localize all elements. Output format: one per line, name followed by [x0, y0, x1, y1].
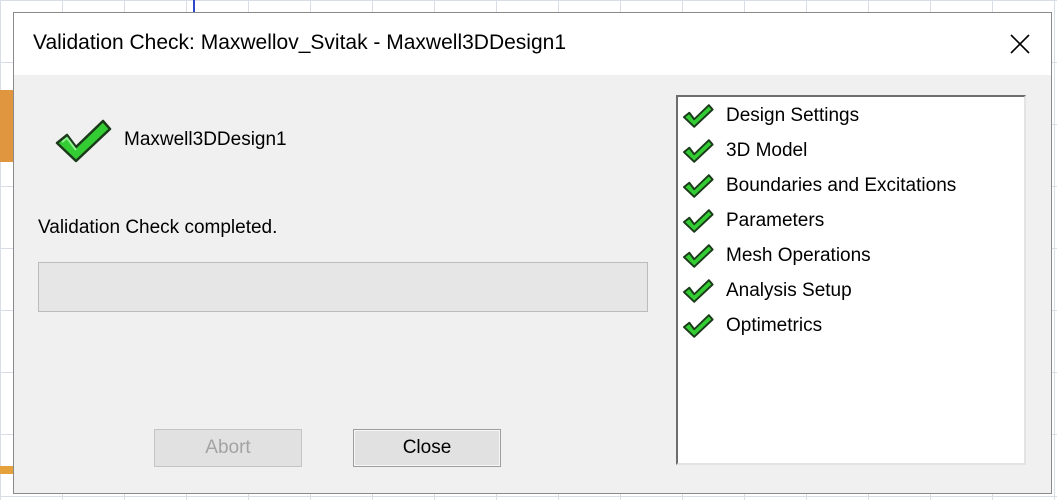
title-bar: Validation Check: Maxwellov_Svitak - Max…	[14, 13, 1051, 75]
status-message: Validation Check completed.	[38, 217, 278, 238]
abort-button[interactable]: Abort	[154, 429, 302, 467]
list-item: Parameters	[682, 206, 824, 236]
list-item: Boundaries and Excitations	[682, 171, 956, 201]
validation-checklist: Design Settings 3D Model Boundaries and …	[676, 95, 1026, 465]
green-check-icon	[682, 173, 714, 199]
workspace-orange-shape	[0, 90, 14, 162]
list-item-label: Analysis Setup	[726, 280, 852, 301]
close-icon	[1010, 34, 1030, 54]
green-check-icon	[682, 208, 714, 234]
workspace-blue-line	[193, 0, 195, 12]
list-item: 3D Model	[682, 136, 807, 166]
green-check-icon	[682, 103, 714, 129]
green-check-icon	[682, 243, 714, 269]
progress-bar	[38, 262, 648, 312]
green-check-icon	[682, 138, 714, 164]
close-button[interactable]: Close	[353, 429, 501, 467]
list-item-label: Boundaries and Excitations	[726, 175, 957, 196]
list-item-label: Optimetrics	[726, 315, 823, 336]
design-name-label: Maxwell3DDesign1	[124, 129, 287, 150]
close-window-button[interactable]	[1003, 27, 1037, 61]
list-item: Mesh Operations	[682, 241, 871, 271]
list-item: Design Settings	[682, 101, 859, 131]
green-check-icon	[682, 278, 714, 304]
list-item: Analysis Setup	[682, 276, 852, 306]
window-title: Validation Check: Maxwellov_Svitak - Max…	[33, 31, 566, 54]
green-check-icon	[682, 313, 714, 339]
list-item-label: Parameters	[726, 210, 825, 231]
list-item-label: Design Settings	[726, 105, 860, 126]
green-check-icon	[55, 119, 112, 163]
validation-check-dialog: Validation Check: Maxwellov_Svitak - Max…	[13, 12, 1052, 494]
list-item-label: 3D Model	[726, 140, 808, 161]
list-item-label: Mesh Operations	[726, 245, 871, 266]
list-item: Optimetrics	[682, 311, 822, 341]
